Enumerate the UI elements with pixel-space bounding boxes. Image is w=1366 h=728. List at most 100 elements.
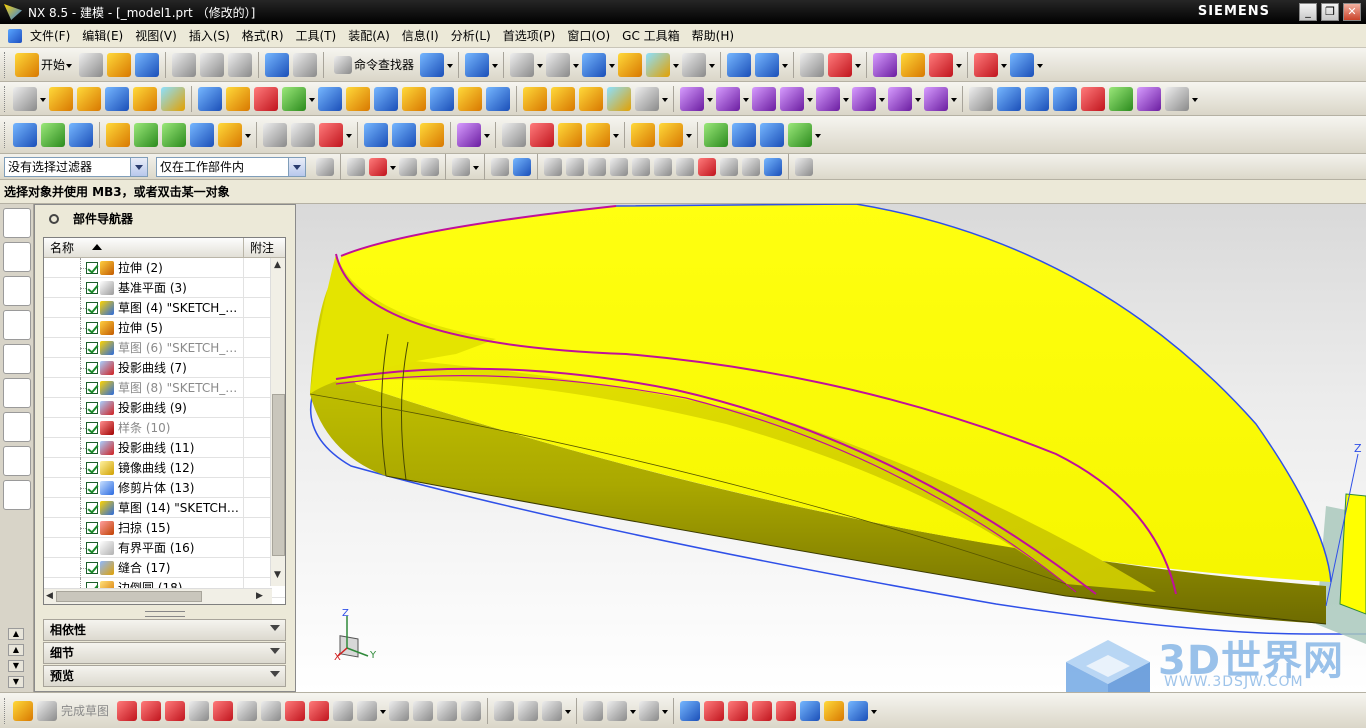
pattern-face-icon[interactable] <box>924 86 948 111</box>
tree-row[interactable]: 镜像曲线 (12) <box>44 458 285 478</box>
intersection-point-icon[interactable] <box>437 700 458 721</box>
sketch-curve-line-icon[interactable] <box>680 700 701 721</box>
quick-extend-icon[interactable] <box>518 700 539 721</box>
tube-icon[interactable] <box>392 122 416 147</box>
chevron-down-icon[interactable] <box>269 648 281 658</box>
menu-information[interactable]: 信息(I) <box>396 24 445 48</box>
select-faces-icon[interactable] <box>399 157 417 176</box>
copy-icon[interactable] <box>200 52 225 77</box>
system-scene-tab[interactable] <box>3 480 31 510</box>
tree-row[interactable]: 草图 (6) "SKETCH_0... <box>44 338 285 358</box>
finish-sketch-icon[interactable] <box>37 700 57 721</box>
mirror-icon[interactable] <box>318 86 342 111</box>
scroll-up-icon[interactable]: ▲ <box>274 260 281 270</box>
snap-center-icon[interactable] <box>676 157 694 176</box>
shell-icon[interactable] <box>430 86 454 111</box>
visibility-checkbox[interactable] <box>86 382 98 394</box>
resource-scroll-up[interactable]: ▲ <box>8 628 24 640</box>
motion-icon[interactable] <box>929 52 954 77</box>
constraint-navigator-tab[interactable] <box>3 242 31 272</box>
column-note[interactable]: 附注 <box>243 238 285 258</box>
offset-curve-icon[interactable] <box>357 700 378 721</box>
mirror-sketch-icon[interactable] <box>413 700 434 721</box>
part-cube-icon[interactable] <box>420 52 445 77</box>
new-file-icon[interactable] <box>79 52 104 77</box>
pin-icon[interactable] <box>49 214 59 224</box>
stack-icon[interactable] <box>631 122 655 147</box>
dimension-sketch-icon[interactable] <box>639 700 660 721</box>
tree-row[interactable]: 草图 (4) "SKETCH_0... <box>44 298 285 318</box>
sketch-fit-icon[interactable] <box>752 700 773 721</box>
snap-perpendicular-icon[interactable] <box>654 157 672 176</box>
snap-line-icon[interactable] <box>588 157 606 176</box>
reflection-icon[interactable] <box>218 122 242 147</box>
resize-face-icon[interactable] <box>852 86 876 111</box>
tree-row[interactable]: 拉伸 (5) <box>44 318 285 338</box>
pull-face-icon[interactable] <box>716 86 740 111</box>
select-features-icon[interactable] <box>347 157 365 176</box>
chamfer-icon[interactable] <box>551 86 575 111</box>
open-folder-icon[interactable] <box>107 52 132 77</box>
rectangle-select-icon[interactable] <box>452 157 470 176</box>
spreadsheet-icon[interactable] <box>760 122 784 147</box>
visibility-checkbox[interactable] <box>86 362 98 374</box>
chevron-down-icon[interactable] <box>288 157 305 176</box>
save-icon[interactable] <box>135 52 160 77</box>
menu-tools[interactable]: 工具(T) <box>290 24 343 48</box>
visibility-checkbox[interactable] <box>86 262 98 274</box>
snap-midpoint-icon[interactable] <box>566 157 584 176</box>
offset-surface-icon[interactable] <box>1165 86 1189 111</box>
tree-row[interactable]: 投影曲线 (9) <box>44 398 285 418</box>
menu-file[interactable]: 文件(F) <box>24 24 76 48</box>
auto-constraint-icon[interactable] <box>607 700 628 721</box>
tree-horizontal-scrollbar[interactable]: ◀ ▶ <box>44 588 272 604</box>
tree-vertical-scrollbar[interactable]: ▲ ▼ <box>270 258 285 586</box>
visibility-checkbox[interactable] <box>86 322 98 334</box>
background-icon[interactable] <box>682 52 707 77</box>
sphere-icon[interactable] <box>161 86 185 111</box>
chevron-down-icon[interactable] <box>269 625 281 635</box>
tree-row[interactable]: 样条 (10) <box>44 418 285 438</box>
revolve-icon[interactable] <box>77 86 101 111</box>
assembly-nav-icon[interactable] <box>69 122 93 147</box>
chevron-down-icon[interactable] <box>269 671 281 681</box>
tree-row[interactable]: 修剪片体 (13) <box>44 478 285 498</box>
snap-on-face-icon[interactable] <box>764 157 782 176</box>
cylinder-icon[interactable] <box>133 86 157 111</box>
triangle-icon[interactable] <box>502 122 526 147</box>
layer-icon[interactable] <box>618 52 643 77</box>
boss-icon[interactable] <box>226 86 250 111</box>
sketch-plane-icon[interactable] <box>13 86 37 111</box>
sketch-cross-icon[interactable] <box>333 700 354 721</box>
cylinder-feature-icon[interactable] <box>364 122 388 147</box>
dependencies-panel[interactable]: 相依性 <box>43 619 286 641</box>
bridge-surface-icon[interactable] <box>1109 86 1133 111</box>
sketch-studio-icon[interactable] <box>728 700 749 721</box>
sketch-reattach-icon[interactable] <box>824 700 845 721</box>
finish-sketch-label[interactable]: 完成草图 <box>61 702 109 719</box>
report-icon[interactable] <box>732 122 756 147</box>
sketch-icon[interactable] <box>13 700 33 721</box>
menu-insert[interactable]: 插入(S) <box>183 24 236 48</box>
column-name[interactable]: 名称 <box>50 238 74 258</box>
make-corner-icon[interactable] <box>542 700 563 721</box>
table-icon[interactable] <box>530 122 554 147</box>
scroll-left-icon[interactable]: ◀ <box>46 591 53 601</box>
edit-object-icon[interactable] <box>873 52 898 77</box>
check-mate-icon[interactable] <box>704 122 728 147</box>
visibility-checkbox[interactable] <box>86 542 98 554</box>
axis-icon[interactable] <box>788 122 812 147</box>
edge-blend-icon[interactable] <box>523 86 547 111</box>
sketch-arc-icon[interactable] <box>165 700 186 721</box>
point-icon[interactable] <box>282 86 306 111</box>
snap-intersection-icon[interactable] <box>632 157 650 176</box>
visibility-checkbox[interactable] <box>86 522 98 534</box>
pattern-curve-icon[interactable] <box>389 700 410 721</box>
visibility-checkbox[interactable] <box>86 502 98 514</box>
analysis-icon[interactable] <box>134 122 158 147</box>
history-tab[interactable] <box>3 412 31 442</box>
tree-row[interactable]: 基准平面 (3) <box>44 278 285 298</box>
visibility-checkbox[interactable] <box>86 402 98 414</box>
sketch-derive-icon[interactable] <box>800 700 821 721</box>
cut-icon[interactable] <box>172 52 197 77</box>
